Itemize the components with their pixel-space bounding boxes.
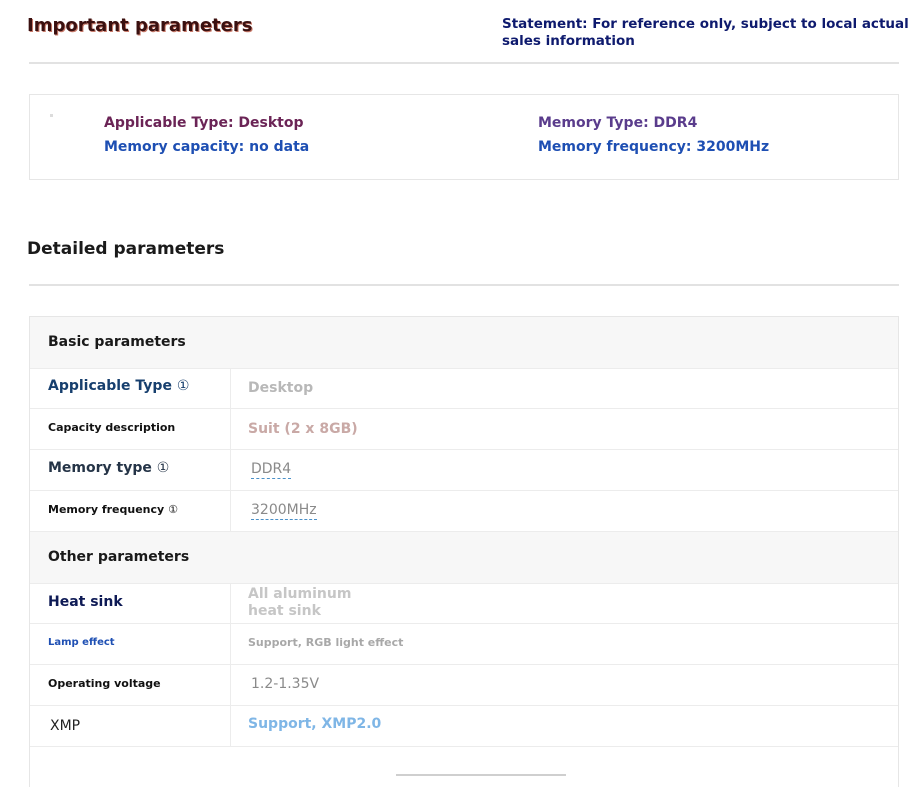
info-icon[interactable]: ① xyxy=(168,503,178,516)
detailed-parameters-title: Detailed parameters xyxy=(27,239,225,259)
row-label-cell: Capacity description xyxy=(30,409,231,449)
row-value: Support, RGB light effect xyxy=(248,636,404,649)
row-label: Operating voltage xyxy=(48,677,161,690)
statement-notice: Statement: For reference only, subject t… xyxy=(502,16,909,49)
row-label-cell: Applicable Type ① xyxy=(30,368,231,408)
info-icon[interactable]: ① xyxy=(177,378,190,394)
table-row: Memory frequency ① 3200MHz xyxy=(30,491,898,532)
row-value: 1.2-1.35V xyxy=(251,676,320,692)
important-parameters-title: Important parameters xyxy=(27,15,253,36)
divider xyxy=(29,62,899,64)
table-row: Capacity description Suit (2 x 8GB) xyxy=(30,409,898,450)
row-label: Applicable Type xyxy=(48,378,172,394)
row-value-link[interactable]: 3200MHz xyxy=(251,502,317,520)
row-label-cell: Memory type ① xyxy=(30,450,231,490)
row-value: Desktop xyxy=(248,380,314,396)
row-label-cell: Lamp effect xyxy=(30,624,231,664)
parameters-table: Basic parameters Applicable Type ① Deskt… xyxy=(29,316,899,787)
row-value-link[interactable]: DDR4 xyxy=(251,461,292,479)
info-icon[interactable]: ① xyxy=(157,460,170,476)
row-label: Heat sink xyxy=(48,594,123,610)
row-label: Memory type xyxy=(48,460,152,476)
row-label-cell: Memory frequency ① xyxy=(30,491,231,531)
section-header-other: Other parameters xyxy=(30,532,898,584)
table-row: Operating voltage 1.2-1.35V xyxy=(30,665,898,706)
applicable-type-summary: Applicable Type: Desktop xyxy=(104,115,304,131)
table-row: Lamp effect Support, RGB light effect xyxy=(30,624,898,665)
memory-type-summary: Memory Type: DDR4 xyxy=(538,115,698,131)
table-row: Applicable Type ① Desktop xyxy=(30,368,898,409)
section-title: Basic parameters xyxy=(48,334,186,350)
row-label: XMP xyxy=(50,718,81,734)
row-value: All aluminum heat sink xyxy=(248,586,352,619)
table-row: Heat sink All aluminum heat sink xyxy=(30,583,898,624)
row-label-cell: Operating voltage xyxy=(30,665,231,705)
table-row: XMP Support, XMP2.0 xyxy=(30,706,898,747)
section-header-basic: Basic parameters xyxy=(30,317,898,369)
memory-capacity-summary: Memory capacity: no data xyxy=(104,139,310,155)
important-parameters-box xyxy=(29,94,899,180)
row-label: Capacity description xyxy=(48,421,176,434)
row-value: Suit (2 x 8GB) xyxy=(248,421,358,437)
row-value: Support, XMP2.0 xyxy=(248,716,382,732)
row-label-cell: XMP xyxy=(30,706,231,746)
memory-frequency-summary: Memory frequency: 3200MHz xyxy=(538,139,770,155)
table-row: Memory type ① DDR4 xyxy=(30,450,898,491)
divider xyxy=(29,284,899,286)
row-label: Lamp effect xyxy=(48,637,115,648)
row-label-cell: Heat sink xyxy=(30,583,231,623)
image-placeholder xyxy=(50,114,53,117)
section-title: Other parameters xyxy=(48,549,190,565)
row-label: Memory frequency xyxy=(48,503,165,516)
